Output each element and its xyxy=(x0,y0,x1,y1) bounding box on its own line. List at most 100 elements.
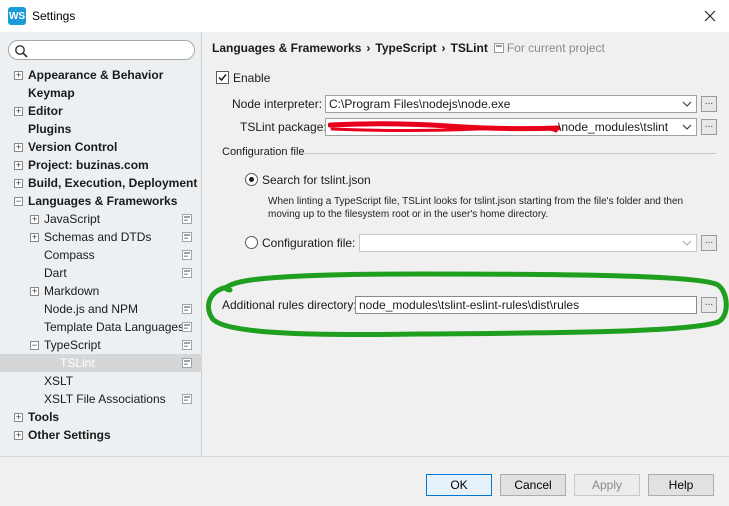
project-level-icon xyxy=(182,358,192,368)
sidebar-item-label: Dart xyxy=(44,266,67,280)
sidebar-item[interactable]: + Schemas and DTDs xyxy=(0,228,202,246)
breadcrumb-languages: Languages & Frameworks xyxy=(212,41,362,55)
collapse-icon[interactable]: − xyxy=(30,341,39,350)
project-level-icon xyxy=(182,232,192,242)
expand-icon[interactable]: + xyxy=(14,179,23,188)
collapse-icon[interactable]: − xyxy=(14,197,23,206)
sidebar-item[interactable]: Plugins xyxy=(0,120,202,138)
sidebar-item-label: TSLint xyxy=(60,356,95,370)
redaction-mark xyxy=(328,121,560,133)
tslint-package-label: TSLint package: xyxy=(240,120,327,134)
expand-icon[interactable]: + xyxy=(14,71,23,80)
expand-icon[interactable]: + xyxy=(30,215,39,224)
project-level-icon xyxy=(182,268,192,278)
sidebar-item[interactable]: Keymap xyxy=(0,84,202,102)
chevron-down-icon xyxy=(682,124,692,130)
node-interpreter-combo[interactable]: C:\Program Files\nodejs\node.exe xyxy=(325,95,697,113)
search-tslint-radio[interactable] xyxy=(245,173,258,186)
project-level-icon xyxy=(182,304,192,314)
sidebar-item[interactable]: Node.js and NPM xyxy=(0,300,202,318)
title-bar: WS Settings xyxy=(0,0,729,32)
sidebar-item[interactable]: + Tools xyxy=(0,408,202,426)
expand-icon[interactable]: + xyxy=(14,161,23,170)
sidebar-item[interactable]: Template Data Languages xyxy=(0,318,202,336)
sidebar-item[interactable]: TSLint xyxy=(0,354,202,372)
chevron-down-icon xyxy=(682,240,692,246)
sidebar-item-label: Appearance & Behavior xyxy=(28,68,164,82)
checkmark-icon xyxy=(218,74,227,82)
sidebar-item[interactable]: + Other Settings xyxy=(0,426,202,444)
sidebar-item[interactable]: XSLT xyxy=(0,372,202,390)
scope-text: For current project xyxy=(506,41,605,55)
rules-dir-input[interactable]: node_modules\tslint-eslint-rules\dist\ru… xyxy=(355,296,697,314)
config-group-label: Configuration file xyxy=(222,146,305,158)
sidebar-item[interactable]: Compass xyxy=(0,246,202,264)
tslint-package-combo[interactable]: \node_modules\tslint xyxy=(325,118,697,136)
rules-dir-value: node_modules\tslint-eslint-rules\dist\ru… xyxy=(359,298,580,312)
sidebar-item[interactable]: − TypeScript xyxy=(0,336,202,354)
expand-icon[interactable]: + xyxy=(30,233,39,242)
sidebar-item[interactable]: Dart xyxy=(0,264,202,282)
sidebar-item[interactable]: + JavaScript xyxy=(0,210,202,228)
sidebar-item[interactable]: + Markdown xyxy=(0,282,202,300)
sidebar-item[interactable]: + Appearance & Behavior xyxy=(0,66,202,84)
ok-button[interactable]: OK xyxy=(426,474,492,496)
expand-icon[interactable]: + xyxy=(14,107,23,116)
enable-label[interactable]: Enable xyxy=(233,71,270,85)
breadcrumb-tslint: TSLint xyxy=(450,41,488,55)
settings-tree: + Appearance & Behavior Keymap + Editor Plugi… xyxy=(0,66,202,444)
sidebar-item[interactable]: − Languages & Frameworks xyxy=(0,192,202,210)
sidebar-item[interactable]: + Project: buzinas.com xyxy=(0,156,202,174)
sidebar-item-label: Markdown xyxy=(44,284,100,298)
expand-icon[interactable]: + xyxy=(14,143,23,152)
rules-dir-label: Additional rules directory: xyxy=(222,298,357,312)
sidebar-item[interactable]: + Build, Execution, Deployment xyxy=(0,174,202,192)
search-field[interactable] xyxy=(8,40,195,60)
sidebar-item-label: JavaScript xyxy=(44,212,101,226)
sidebar-item-label: Languages & Frameworks xyxy=(28,194,178,208)
sidebar-item[interactable]: + Version Control xyxy=(0,138,202,156)
close-icon xyxy=(704,10,716,22)
close-button[interactable] xyxy=(699,5,721,27)
config-file-browse-button[interactable]: ... xyxy=(701,235,717,251)
expand-icon[interactable]: + xyxy=(14,431,23,440)
webstorm-logo-icon: WS xyxy=(8,7,26,25)
project-level-icon xyxy=(182,340,192,350)
rules-dir-browse-button[interactable]: ... xyxy=(701,297,717,313)
help-button[interactable]: Help xyxy=(648,474,714,496)
sidebar-item-label: TypeScript xyxy=(44,338,101,352)
sidebar-item-label: Compass xyxy=(44,248,95,262)
breadcrumb-typescript: TypeScript xyxy=(375,41,437,55)
sidebar-item-label: Other Settings xyxy=(28,428,111,442)
config-file-label[interactable]: Configuration file: xyxy=(262,236,355,250)
sidebar-item[interactable]: XSLT File Associations xyxy=(0,390,202,408)
breadcrumb: Languages & Frameworks › TypeScript › TSLint… xyxy=(212,41,605,55)
node-interpreter-label: Node interpreter: xyxy=(232,97,323,111)
enable-checkbox[interactable] xyxy=(216,71,229,84)
apply-button[interactable]: Apply xyxy=(574,474,640,496)
breadcrumb-separator: › xyxy=(366,41,371,55)
sidebar-item-label: Tools xyxy=(28,410,60,424)
expand-icon[interactable]: + xyxy=(14,413,23,422)
tslint-package-browse-button[interactable]: ... xyxy=(701,119,717,135)
search-input[interactable] xyxy=(31,42,191,58)
expand-icon[interactable]: + xyxy=(30,287,39,296)
radio-selected-dot xyxy=(249,177,254,182)
sidebar-item-label: XSLT xyxy=(44,374,74,388)
sidebar-item-label: Plugins xyxy=(28,122,72,136)
sidebar-item[interactable]: + Editor xyxy=(0,102,202,120)
config-file-radio[interactable] xyxy=(245,236,258,249)
search-description: When linting a TypeScript file, TSLint l… xyxy=(268,196,684,220)
cancel-button[interactable]: Cancel xyxy=(500,474,566,496)
sidebar-item-label: Template Data Languages xyxy=(44,320,185,334)
settings-sidebar: + Appearance & Behavior Keymap + Editor Plugi… xyxy=(0,32,202,456)
window-title: Settings xyxy=(32,9,76,23)
sidebar-item-label: Keymap xyxy=(28,86,75,100)
project-level-icon xyxy=(182,394,192,404)
search-tslint-label[interactable]: Search for tslint.json xyxy=(262,173,371,187)
node-interpreter-browse-button[interactable]: ... xyxy=(701,96,717,112)
scope-note: For current project xyxy=(493,41,605,55)
search-icon xyxy=(15,45,28,58)
config-file-combo[interactable] xyxy=(359,234,697,252)
project-level-icon xyxy=(182,214,192,224)
